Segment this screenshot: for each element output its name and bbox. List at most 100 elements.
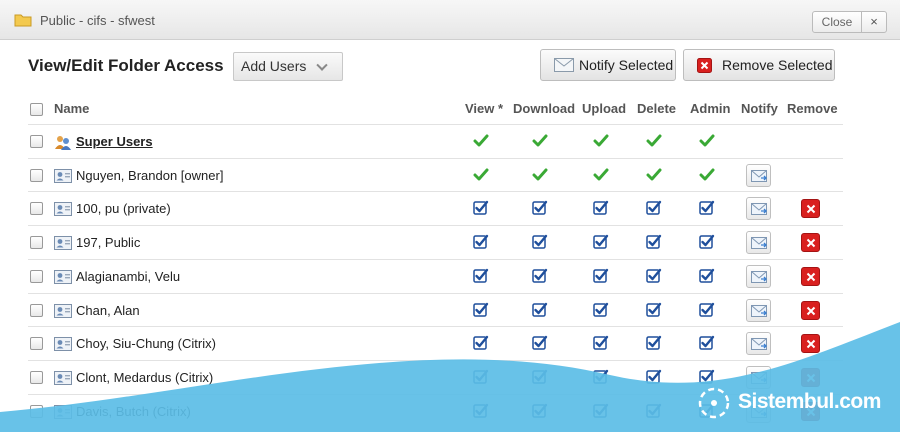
table-row: Choy, Siu-Chung (Citrix) [28, 326, 843, 360]
row-checkbox[interactable] [30, 370, 43, 384]
remove-user-button[interactable] [801, 233, 820, 253]
window-title: Public - cifs - sfwest [40, 13, 155, 28]
permission-download-checkbox[interactable] [532, 369, 548, 385]
table-row: 197, Public [28, 225, 843, 259]
permission-delete-check-icon [646, 134, 662, 147]
permission-view-checkbox[interactable] [473, 403, 489, 419]
add-users-label: Add Users [241, 58, 307, 74]
column-header-upload: Upload [582, 101, 627, 116]
permission-view-checkbox[interactable] [473, 369, 489, 385]
user-name: Nguyen, Brandon [owner] [76, 167, 224, 183]
user-name: Alagianambi, Velu [76, 268, 181, 284]
notify-user-button[interactable] [746, 231, 771, 255]
envelope-icon [751, 270, 767, 283]
watermark-logo-icon [698, 387, 730, 419]
remove-selected-button[interactable]: Remove Selected [683, 49, 835, 81]
remove-user-button[interactable] [801, 266, 820, 286]
permission-upload-checkbox[interactable] [593, 268, 609, 284]
permission-download-checkbox[interactable] [532, 302, 548, 318]
permission-download-checkbox[interactable] [532, 234, 548, 250]
row-checkbox[interactable] [30, 269, 43, 283]
permission-view-checkbox[interactable] [473, 234, 489, 250]
user-card-icon [54, 236, 72, 251]
permission-download-checkbox[interactable] [532, 200, 548, 216]
permission-upload-checkbox[interactable] [593, 403, 609, 419]
chevron-down-icon [316, 59, 328, 71]
remove-user-button[interactable] [801, 300, 820, 320]
folder-icon [14, 14, 32, 27]
permission-upload-checkbox[interactable] [593, 369, 609, 385]
add-users-dropdown[interactable]: Add Users [233, 52, 343, 81]
close-icon [806, 306, 816, 315]
remove-user-button[interactable] [801, 367, 820, 387]
remove-user-button[interactable] [801, 199, 820, 219]
user-card-icon [54, 370, 72, 385]
column-header-name: Name [54, 101, 90, 116]
row-checkbox[interactable] [30, 202, 43, 216]
permission-admin-checkbox[interactable] [699, 369, 715, 385]
permission-download-check-icon [532, 134, 548, 147]
permission-admin-checkbox[interactable] [699, 234, 715, 250]
envelope-icon [751, 371, 767, 384]
user-name: Chan, Alan [76, 302, 140, 318]
permission-upload-checkbox[interactable] [593, 200, 609, 216]
permission-view-checkbox[interactable] [473, 200, 489, 216]
notify-user-button[interactable] [746, 163, 771, 187]
column-header-notify: Notify [741, 101, 778, 116]
permission-delete-check-icon [646, 168, 662, 181]
envelope-icon [751, 304, 767, 317]
envelope-icon [554, 58, 574, 72]
close-button[interactable]: Close [812, 11, 862, 33]
user-name[interactable]: Super Users [76, 134, 153, 149]
permission-admin-check-icon [699, 134, 715, 147]
user-name: 100, pu (private) [76, 201, 171, 217]
table-row: Nguyen, Brandon [owner] [28, 157, 843, 192]
notify-user-button[interactable] [746, 264, 771, 288]
row-checkbox[interactable] [30, 135, 43, 148]
notify-user-button[interactable] [746, 365, 771, 389]
row-checkbox[interactable] [30, 303, 43, 317]
user-card-icon [54, 269, 72, 284]
row-checkbox[interactable] [30, 168, 43, 182]
permission-download-checkbox[interactable] [532, 335, 548, 351]
row-checkbox[interactable] [30, 404, 43, 418]
permission-view-checkbox[interactable] [473, 335, 489, 351]
user-group-icon [55, 136, 71, 150]
permission-delete-checkbox[interactable] [646, 268, 662, 284]
page-title: View/Edit Folder Access [28, 56, 224, 75]
permission-view-checkbox[interactable] [473, 302, 489, 318]
column-header-delete: Delete [637, 101, 677, 116]
permission-delete-checkbox[interactable] [646, 200, 662, 216]
select-all-checkbox[interactable] [30, 103, 43, 116]
row-checkbox[interactable] [30, 337, 43, 351]
permission-upload-checkbox[interactable] [593, 335, 609, 351]
notify-user-button[interactable] [746, 332, 771, 356]
user-card-icon [54, 404, 72, 419]
permission-admin-checkbox[interactable] [699, 268, 715, 284]
close-x-button[interactable]: × [861, 11, 887, 33]
permission-upload-checkbox[interactable] [593, 302, 609, 318]
permission-download-checkbox[interactable] [532, 268, 548, 284]
window-titlebar: Public - cifs - sfwest Close × [0, 0, 900, 40]
permission-admin-checkbox[interactable] [699, 335, 715, 351]
remove-user-button[interactable] [801, 334, 820, 354]
permission-delete-checkbox[interactable] [646, 403, 662, 419]
row-checkbox[interactable] [30, 236, 43, 250]
permission-view-checkbox[interactable] [473, 268, 489, 284]
permission-delete-checkbox[interactable] [646, 335, 662, 351]
permission-upload-checkbox[interactable] [593, 234, 609, 250]
notify-selected-label: Notify Selected [579, 57, 674, 73]
permission-delete-checkbox[interactable] [646, 234, 662, 250]
notify-selected-button[interactable]: Notify Selected [540, 49, 676, 81]
remove-selected-label: Remove Selected [722, 57, 833, 73]
envelope-icon [751, 237, 767, 250]
permission-download-checkbox[interactable] [532, 403, 548, 419]
permission-delete-checkbox[interactable] [646, 369, 662, 385]
permission-delete-checkbox[interactable] [646, 302, 662, 318]
permission-upload-check-icon [593, 134, 609, 147]
permission-admin-checkbox[interactable] [699, 200, 715, 216]
column-header-admin: Admin [690, 101, 731, 116]
permission-admin-checkbox[interactable] [699, 302, 715, 318]
notify-user-button[interactable] [746, 298, 771, 322]
notify-user-button[interactable] [746, 197, 771, 221]
